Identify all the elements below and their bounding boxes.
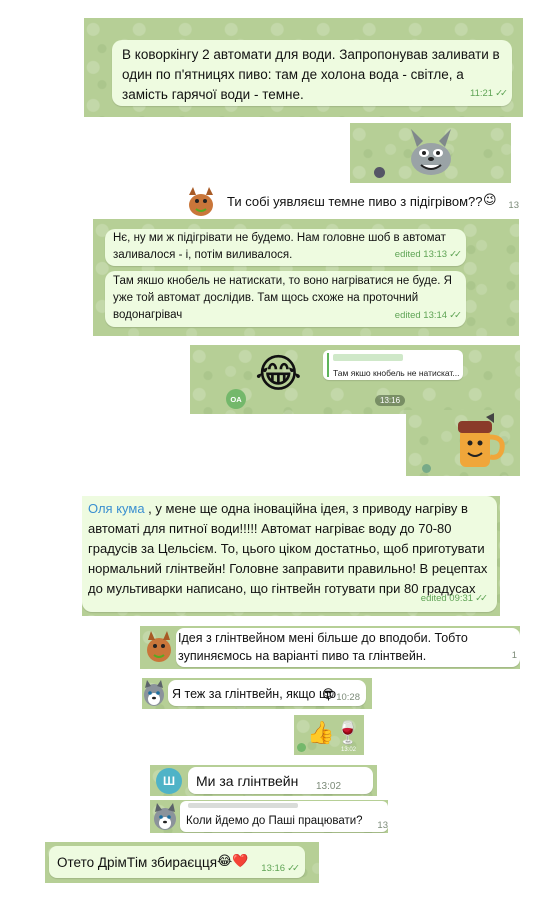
message-text: Отето ДрімТім збираєцця <box>57 855 218 870</box>
message-bubble[interactable]: Ми за глінтвейн 13:02 <box>188 767 373 794</box>
user-avatar[interactable] <box>297 743 306 752</box>
redacted-name <box>188 803 298 808</box>
wink-emoji: 😉 <box>483 193 497 208</box>
message-time: 11:21 ✓✓ <box>470 88 508 99</box>
user-avatar[interactable] <box>374 167 385 178</box>
message-bubble[interactable]: Ідея з глінтвейном мені більше до вподоб… <box>176 628 520 667</box>
beer-mug-sticker[interactable] <box>450 413 508 473</box>
user-avatar[interactable] <box>422 464 431 473</box>
message-time: 13 <box>377 820 388 831</box>
user-mention[interactable]: Оля кума <box>88 501 145 516</box>
husky-avatar[interactable] <box>142 680 166 707</box>
screenshot-fragment-4: Нє, ну ми ж підігрівати не будемо. Нам г… <box>93 219 519 336</box>
user-avatar[interactable]: OA <box>226 389 246 409</box>
message-bubble[interactable]: Ти собі уявляєш темне пиво з підігрівом?… <box>221 189 521 214</box>
screenshot-fragment-2 <box>350 123 511 183</box>
message-time: 13:16 ✓✓ <box>261 863 300 874</box>
message-text: Ти собі уявляєш темне пиво з підігрівом?… <box>227 194 483 209</box>
squirrel-avatar[interactable] <box>183 185 219 218</box>
message-time: 13 <box>508 200 519 211</box>
double-check-icon: ✓✓ <box>449 249 462 260</box>
message-bubble[interactable]: Там якшо кнобель не натискати, то воно н… <box>105 271 466 327</box>
sunglasses-emoji: 😎 <box>322 687 335 701</box>
screenshot-fragment-9: Я теж за глінтвейн, якщо що 😎 10:28 <box>142 678 372 709</box>
redacted-name <box>333 354 403 361</box>
screenshot-fragment-13: Отето ДрімТім збираєцця 😂❤️ 13:16 ✓✓ <box>45 842 319 883</box>
thumbs-up-wine-emoji: 👍🍷 <box>307 721 362 746</box>
message-time: 13:16 <box>375 395 406 406</box>
message-time: edited 13:13 ✓✓ <box>394 249 462 260</box>
squirrel-avatar[interactable] <box>142 628 176 666</box>
message-time: edited 09:31 ✓✓ <box>420 593 488 604</box>
message-time: 1 <box>511 650 517 661</box>
screenshot-fragment-12: Коли йдемо до Паші працювати? 13 <box>150 800 388 833</box>
screenshot-fragment-6 <box>406 410 520 476</box>
message-text: В коворкінгу 2 автомати для води. Запроп… <box>122 47 500 102</box>
message-time: 13:02 <box>316 781 342 792</box>
husky-avatar[interactable] <box>152 803 178 831</box>
reply-bar <box>327 353 329 377</box>
user-avatar[interactable]: Ш <box>156 768 182 794</box>
message-text: Ми за глінтвейн <box>196 773 299 789</box>
screenshot-fragment-7: Оля кума , у мене ще одна іноваційна іде… <box>82 496 500 616</box>
reply-quote-text: Там якшо кнобель не натискат... <box>333 368 460 378</box>
reply-quote[interactable]: Там якшо кнобель не натискат... <box>323 350 463 380</box>
message-bubble[interactable]: Отето ДрімТім збираєцця 😂❤️ 13:16 ✓✓ <box>49 846 305 878</box>
screenshot-fragment-5: OA 😂 Там якшо кнобель не натискат... 13:… <box>190 345 520 414</box>
message-bubble[interactable]: Оля кума , у мене ще одна іноваційна іде… <box>82 496 497 612</box>
screenshot-fragment-8: Ідея з глінтвейном мені більше до вподоб… <box>140 626 520 669</box>
laugh-heart-emoji: 😂❤️ <box>217 854 249 869</box>
message-text: Ідея з глінтвейном мені більше до вподоб… <box>178 631 468 663</box>
screenshot-fragment-10: 👍🍷 13:02 <box>294 715 364 755</box>
message-text: Коли йдемо до Паші працювати? <box>186 815 363 827</box>
laughing-emoji: 😂 <box>255 351 302 397</box>
double-check-icon: ✓✓ <box>449 310 462 321</box>
message-text: Оля кума , у мене ще одна іноваційна іде… <box>88 501 488 596</box>
screenshot-fragment-1: В коворкінгу 2 автомати для води. Запроп… <box>84 18 523 117</box>
screenshot-fragment-11: Ш Ми за глінтвейн 13:02 <box>150 765 377 796</box>
message-time: edited 13:14 ✓✓ <box>394 310 462 321</box>
screenshot-fragment-3: Ти собі уявляєш темне пиво з підігрівом?… <box>183 185 523 218</box>
message-bubble[interactable]: Коли йдемо до Паші працювати? 13 <box>180 801 388 832</box>
message-text: Я теж за глінтвейн, якщо що <box>172 687 337 701</box>
message-time: 10:28 <box>336 692 360 703</box>
message-bubble[interactable]: Нє, ну ми ж підігрівати не будемо. Нам г… <box>105 229 466 266</box>
message-bubble[interactable]: Я теж за глінтвейн, якщо що 😎 10:28 <box>168 680 366 706</box>
double-check-icon: ✓✓ <box>475 593 488 604</box>
double-check-icon: ✓✓ <box>287 863 300 874</box>
cartoon-wolf-sticker[interactable] <box>395 125 467 181</box>
message-bubble[interactable]: В коворкінгу 2 автомати для води. Запроп… <box>112 40 512 106</box>
double-check-icon: ✓✓ <box>495 88 508 99</box>
message-time: 13:02 <box>341 747 357 753</box>
